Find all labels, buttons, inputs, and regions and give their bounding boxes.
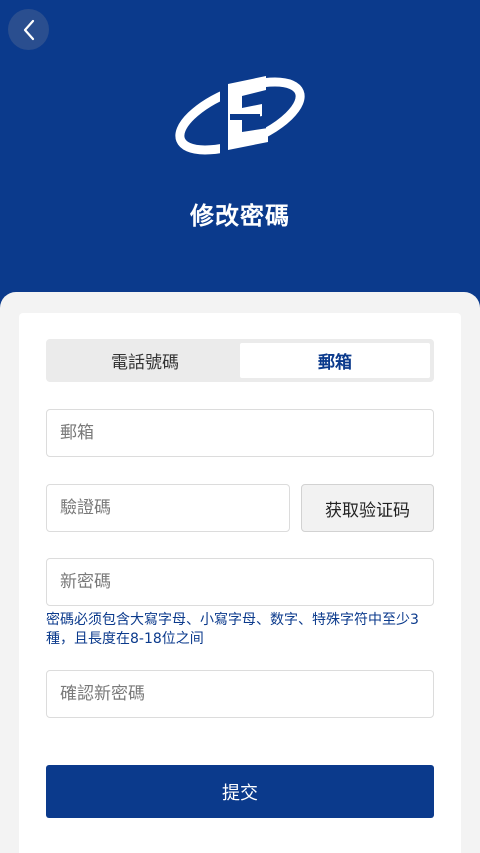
header: 修改密碼 bbox=[0, 0, 480, 300]
page-title: 修改密碼 bbox=[190, 202, 290, 230]
tab-email[interactable]: 郵箱 bbox=[240, 343, 430, 378]
tab-phone[interactable]: 電話號碼 bbox=[50, 343, 240, 378]
tab-bar: 電話號碼 郵箱 bbox=[46, 339, 434, 382]
new-password-field[interactable] bbox=[46, 558, 434, 606]
submit-button[interactable]: 提交 bbox=[46, 765, 434, 818]
confirm-password-field[interactable] bbox=[46, 670, 434, 718]
form-card: 電話號碼 郵箱 获取验证码 密碼必须包含大寫字母、小寫字母、数字、特殊字符中至少… bbox=[19, 313, 461, 853]
email-field[interactable] bbox=[46, 409, 434, 457]
back-button[interactable] bbox=[8, 9, 49, 50]
company-logo bbox=[175, 76, 305, 156]
get-code-button[interactable]: 获取验证码 bbox=[301, 484, 434, 532]
chevron-left-icon bbox=[23, 19, 34, 40]
form-sheet: 電話號碼 郵箱 获取验证码 密碼必须包含大寫字母、小寫字母、数字、特殊字符中至少… bbox=[0, 292, 480, 853]
password-hint: 密碼必须包含大寫字母、小寫字母、数字、特殊字符中至少3種，且長度在8-18位之间 bbox=[46, 612, 419, 647]
verification-code-field[interactable] bbox=[46, 484, 290, 532]
